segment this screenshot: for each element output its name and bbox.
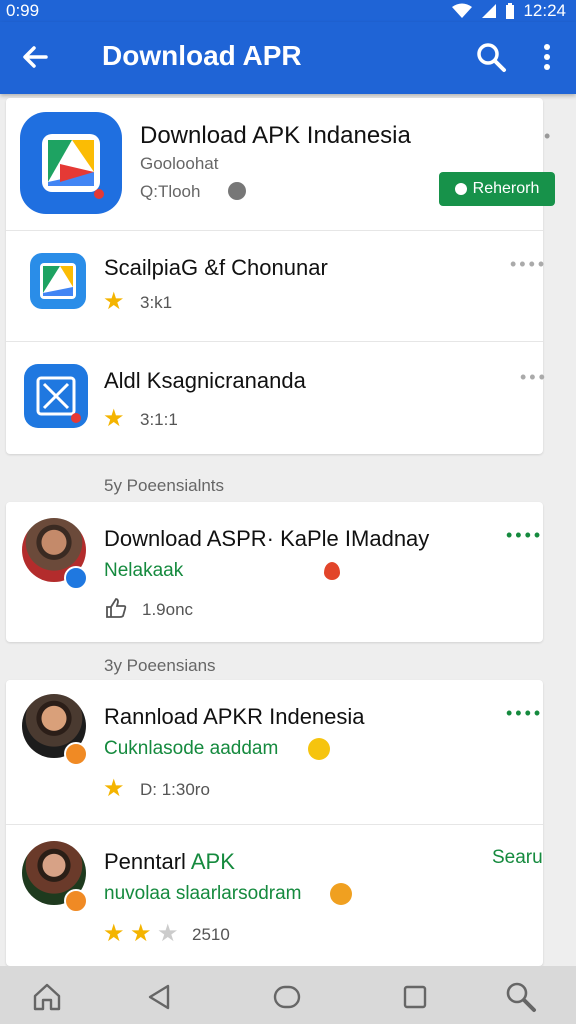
more-vert-icon[interactable] <box>535 40 559 74</box>
post-subtitle: Nelakaak <box>104 560 184 581</box>
app-title: Aldl Ksagnicrananda <box>104 368 306 393</box>
post-subtitle: Cuknlasode aaddam <box>104 738 279 759</box>
star-icon: ★ <box>130 920 152 947</box>
page-title: Download APR <box>102 40 302 71</box>
globe-icon <box>228 182 246 200</box>
featured-app[interactable]: Download APK Indanesia Gooloohat Q:Tlooh… <box>6 98 555 230</box>
status-time-left: 0:99 <box>6 1 40 20</box>
featured-app-icon <box>20 112 122 214</box>
status-time-right: 12:24 <box>523 1 566 20</box>
star-empty-icon: ★ <box>157 920 179 947</box>
refresh-button[interactable]: Reherorh <box>439 172 555 206</box>
section-header: 5y Poeensialnts <box>104 476 225 495</box>
circle-home-icon[interactable] <box>270 980 304 1014</box>
thumb-up-icon[interactable] <box>104 596 128 620</box>
square-recents-icon[interactable] <box>398 980 432 1014</box>
post-card: Rannload APKR Indenesia Cuknlasode aadda… <box>6 680 543 966</box>
post-meta: D: 1:30ro <box>140 780 210 799</box>
post-title: Download ASPR· KaPle IMadnay <box>104 526 430 551</box>
home-icon[interactable] <box>30 980 64 1014</box>
maps-logo-icon <box>40 263 76 299</box>
signal-icon <box>482 4 497 18</box>
post-rating: 2510 <box>192 925 230 944</box>
post-title-part: Penntarl <box>104 849 186 874</box>
status-bar: 0:99 12:24 <box>0 0 576 22</box>
app-rating: 3:k1 <box>140 293 173 312</box>
star-icon: ★ <box>103 775 125 802</box>
list-item[interactable]: Aldl Ksagnicrananda ★ 3:1:1 ••• <box>6 342 545 454</box>
search-icon[interactable] <box>474 40 508 74</box>
emoji-icon <box>330 883 352 905</box>
star-icon: ★ <box>103 920 125 947</box>
star-icon: ★ <box>103 288 125 315</box>
more-dots-icon[interactable]: •••• <box>506 704 543 722</box>
refresh-button-label: Reherorh <box>472 180 540 197</box>
verified-badge-icon <box>64 889 88 913</box>
magnifier-icon[interactable] <box>504 980 538 1014</box>
star-icon: ★ <box>103 405 125 432</box>
app-icon <box>30 253 86 309</box>
more-dots-icon[interactable]: ••• <box>520 368 548 386</box>
more-dots-icon[interactable]: •••• <box>506 526 543 544</box>
back-triangle-icon[interactable] <box>142 980 176 1014</box>
system-nav-bar <box>0 966 576 1024</box>
post-subtitle: nuvolaa slaarlarsodram <box>104 883 302 904</box>
post-title-accent: APK <box>190 849 235 874</box>
featured-subtitle: Gooloohat <box>140 154 219 173</box>
post-likes: 1.9onc <box>142 600 194 619</box>
app-icon <box>24 364 88 428</box>
emoji-icon <box>308 738 330 760</box>
section-header: 3y Poeensians <box>104 656 216 675</box>
download-x-icon <box>36 376 81 423</box>
verified-badge-icon <box>64 566 88 590</box>
app-title: ScailpiaG &f Chonunar <box>104 255 328 280</box>
wifi-icon <box>452 3 473 18</box>
back-arrow-icon[interactable] <box>18 40 52 74</box>
app-rating: 3:1:1 <box>140 410 178 429</box>
verified-badge-icon <box>64 742 88 766</box>
shield-icon <box>454 183 467 195</box>
apps-card: Download APK Indanesia Gooloohat Q:Tlooh… <box>6 98 555 454</box>
featured-title: Download APK Indanesia <box>140 122 411 149</box>
featured-meta: Q:Tlooh <box>140 182 201 201</box>
featured-dot[interactable]: • <box>544 126 550 147</box>
list-item[interactable]: ScailpiaG &f Chonunar ★ 3:k1 •••• <box>6 231 544 341</box>
maps-logo-icon <box>42 134 104 199</box>
list-item[interactable]: Penntarl APK nuvolaa slaarlarsodram ★ ★ … <box>6 825 543 966</box>
post-title: Rannload APKR Indenesia <box>104 704 365 729</box>
list-item[interactable]: Rannload APKR Indenesia Cuknlasode aadda… <box>6 680 543 824</box>
post-action-link[interactable]: Searu <box>492 847 543 869</box>
app-bar: Download APR <box>0 22 576 94</box>
post-title: Penntarl APK <box>104 849 235 875</box>
battery-icon <box>506 2 515 19</box>
post-card[interactable]: Download ASPR· KaPle IMadnay Nelakaak 1.… <box>6 502 543 642</box>
more-dots-icon[interactable]: •••• <box>510 255 547 273</box>
heart-icon <box>324 562 340 580</box>
